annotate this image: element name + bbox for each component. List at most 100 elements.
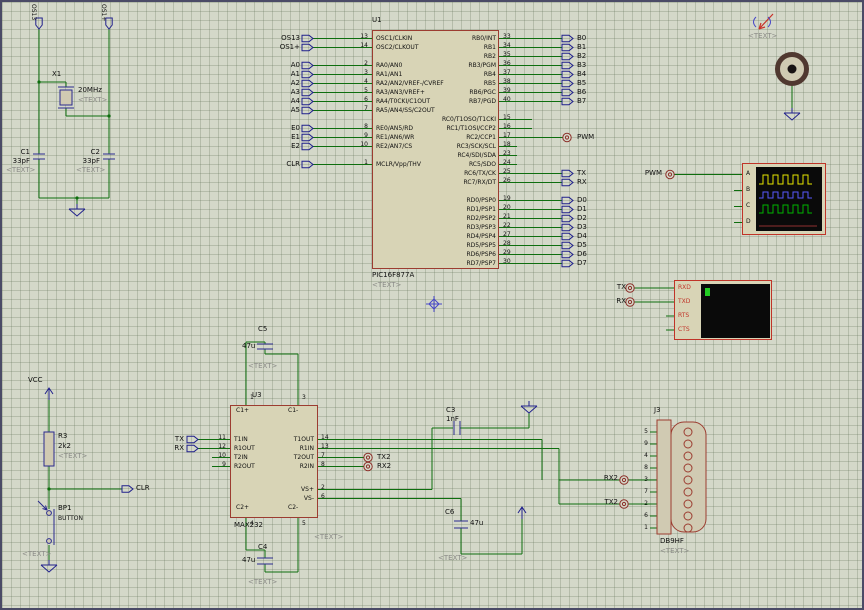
terminal-label[interactable]: OS13	[256, 34, 300, 43]
terminal-label[interactable]	[146, 453, 184, 462]
r3-ref[interactable]: R3	[58, 432, 67, 440]
terminal-label[interactable]: D0	[577, 196, 627, 205]
c2-value[interactable]: 33pF	[76, 157, 100, 165]
capacitor-c4-symbol[interactable]	[257, 557, 273, 565]
pin-number: 9	[644, 440, 648, 447]
terminal-label[interactable]: D7	[577, 259, 627, 268]
c1-value[interactable]: 33pF	[6, 157, 30, 165]
u1-ref[interactable]: U1	[372, 16, 382, 24]
terminal-label[interactable]: TX2	[377, 453, 407, 462]
terminal-label[interactable]: E1	[256, 133, 300, 142]
terminal-label[interactable]	[577, 142, 627, 151]
terminal-label[interactable]: OS1+	[256, 43, 300, 52]
rx2-terminal-label[interactable]: RX2	[590, 474, 618, 482]
terminal-label[interactable]	[577, 151, 627, 160]
terminal-label[interactable]: RX	[577, 178, 627, 187]
j3-part[interactable]: DB9HF	[660, 537, 684, 545]
j3-ref[interactable]: J3	[654, 406, 661, 414]
button-bp1-symbol[interactable]	[37, 500, 55, 545]
u1-part[interactable]: PIC16F877A	[372, 271, 414, 279]
wire-group-oscillator[interactable]	[37, 29, 111, 204]
terminal-label[interactable]	[377, 444, 407, 453]
c3-ref[interactable]: C3	[446, 406, 455, 414]
terminal-label[interactable]	[377, 435, 407, 444]
c5-ref[interactable]: C5	[258, 325, 267, 333]
c1-ref[interactable]: C1	[6, 148, 30, 156]
bp1-part[interactable]: BUTTON	[58, 515, 83, 522]
capacitor-c2-symbol[interactable]	[103, 153, 115, 160]
capacitor-c3-symbol[interactable]	[453, 421, 461, 435]
pin-number: 8	[321, 461, 325, 468]
motor-symbol[interactable]	[775, 52, 809, 86]
terminal-label[interactable]	[256, 115, 300, 124]
crystal-symbol[interactable]	[58, 86, 74, 109]
c6-value[interactable]: 47u	[470, 519, 483, 527]
terminal-label[interactable]: D2	[577, 214, 627, 223]
x1-ref[interactable]: X1	[52, 70, 61, 78]
terminal-label[interactable]: A1	[256, 70, 300, 79]
c4-value[interactable]: 47u	[242, 556, 255, 564]
terminal-label[interactable]: PWM	[577, 133, 627, 142]
terminal-label[interactable]: E2	[256, 142, 300, 151]
terminal-label[interactable]: D1	[577, 205, 627, 214]
terminal-label[interactable]	[577, 187, 627, 196]
u3-part[interactable]: MAX232	[234, 521, 263, 529]
terminal-label[interactable]: A4	[256, 97, 300, 106]
u1-left-pin-numbers: 13 14 2 3 4 5 6 7 8 9 10 1	[342, 32, 368, 167]
c2-ref[interactable]: C2	[76, 148, 100, 156]
c4-ref[interactable]: C4	[258, 543, 267, 551]
terminal-label[interactable]: A2	[256, 79, 300, 88]
terminal-label[interactable]: TX	[577, 169, 627, 178]
terminal-label[interactable]: A0	[256, 61, 300, 70]
clr-terminal-label[interactable]: CLR	[136, 484, 150, 492]
terminal-label[interactable]: B1	[577, 43, 627, 52]
vcc-label[interactable]: VCC	[28, 376, 43, 384]
c6-ref[interactable]: C6	[445, 508, 454, 516]
terminal-label[interactable]: E0	[256, 124, 300, 133]
capacitor-c5-symbol[interactable]	[257, 343, 273, 350]
bp1-ref[interactable]: BP1	[58, 504, 71, 512]
resistor-r3-symbol[interactable]	[43, 431, 55, 467]
terminal-label[interactable]	[577, 160, 627, 169]
terminal-label[interactable]: B3	[577, 61, 627, 70]
wire-group-reset[interactable]	[47, 400, 122, 560]
terminal-label[interactable]: RX2	[377, 462, 407, 471]
terminal-label[interactable]: RX	[146, 444, 184, 453]
u3-left-terminal-labels: TX RX	[146, 435, 184, 471]
terminal-label[interactable]: OS13	[30, 4, 37, 20]
terminal-label[interactable]: B5	[577, 79, 627, 88]
terminal-label[interactable]	[256, 151, 300, 160]
pin-name: RXD	[678, 284, 691, 291]
terminal-label[interactable]	[146, 462, 184, 471]
c3-value[interactable]: 1nF	[446, 415, 459, 423]
terminal-label[interactable]: D5	[577, 241, 627, 250]
db9-connector-symbol[interactable]	[656, 419, 707, 535]
terminal-label[interactable]: A3	[256, 88, 300, 97]
capacitor-c1-symbol[interactable]	[33, 153, 45, 160]
c5-value[interactable]: 47u	[242, 342, 255, 350]
terminal-label[interactable]: D6	[577, 250, 627, 259]
terminal-label[interactable]: B0	[577, 34, 627, 43]
pwm-terminal-label[interactable]: PWM	[634, 169, 662, 177]
r3-value[interactable]: 2k2	[58, 442, 71, 450]
motor-terminal-icon[interactable]	[753, 13, 774, 30]
terminal-label[interactable]: B7	[577, 97, 627, 106]
capacitor-c6-symbol[interactable]	[454, 520, 468, 529]
terminal-label[interactable]	[577, 124, 627, 133]
terminal-label[interactable]	[577, 115, 627, 124]
terminal-label[interactable]: B2	[577, 52, 627, 61]
terminal-label[interactable]: TX	[146, 435, 184, 444]
terminal-label[interactable]	[256, 52, 300, 61]
terminal-label[interactable]: OS1+	[100, 4, 107, 21]
tx-terminal-label[interactable]: TX	[600, 283, 626, 291]
terminal-label[interactable]: B6	[577, 88, 627, 97]
terminal-label[interactable]: CLR	[256, 160, 300, 169]
terminal-label[interactable]: B4	[577, 70, 627, 79]
tx2-terminal-label[interactable]: TX2	[590, 498, 618, 506]
terminal-label[interactable]	[577, 106, 627, 115]
rx-terminal-label[interactable]: RX	[600, 297, 626, 305]
x1-value[interactable]: 20MHz	[78, 86, 102, 94]
terminal-label[interactable]: D3	[577, 223, 627, 232]
terminal-label[interactable]: D4	[577, 232, 627, 241]
terminal-label[interactable]: A5	[256, 106, 300, 115]
